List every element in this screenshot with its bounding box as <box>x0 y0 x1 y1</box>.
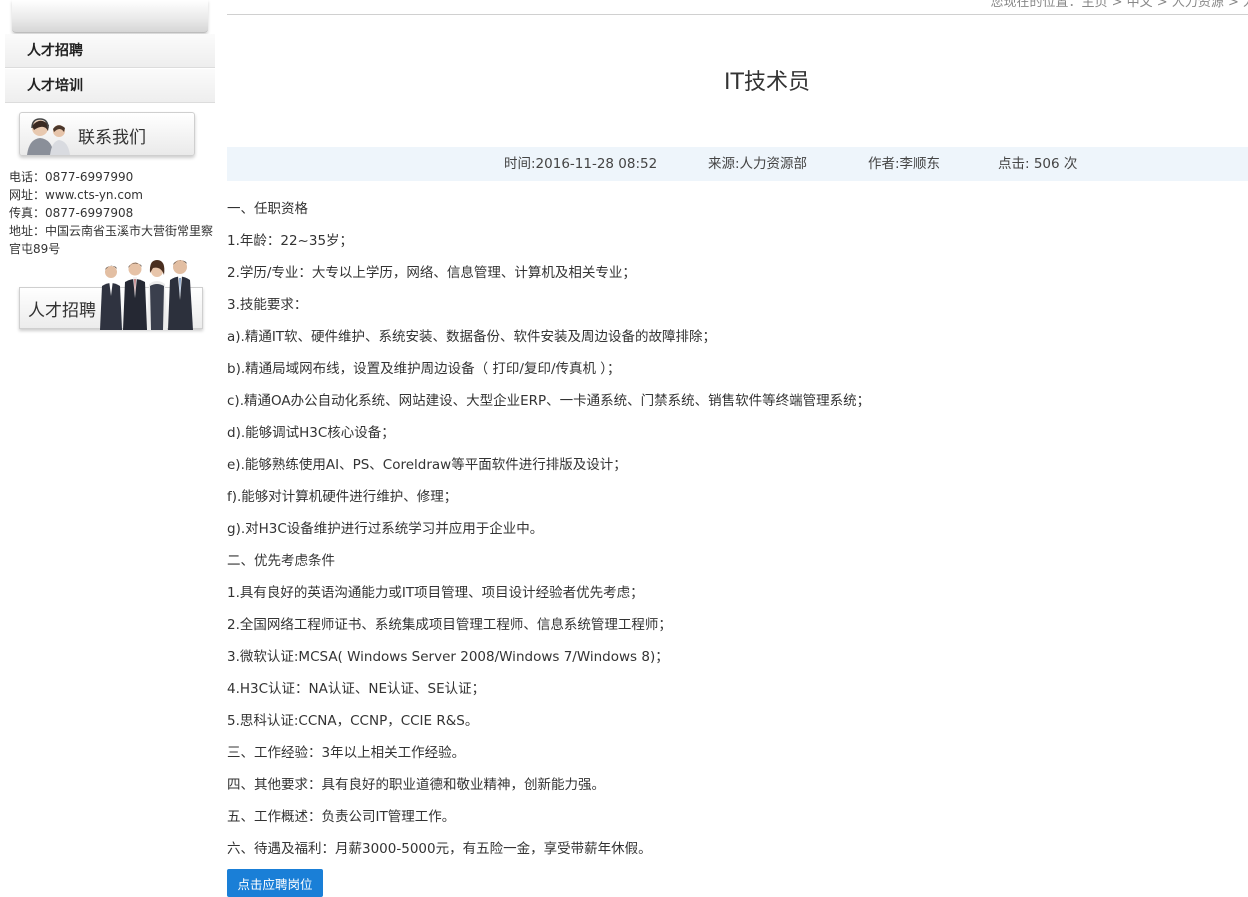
contact-website: 网址：www.cts-yn.com <box>9 188 143 202</box>
sidebar-header-tab <box>12 0 208 33</box>
article-line: 1.年龄：22~35岁； <box>227 233 354 249</box>
article-source: 来源:人力资源部 <box>708 156 808 172</box>
headset-operator-icon <box>27 118 70 155</box>
article-line: b).精通局域网布线，设置及维护周边设备（ 打印/复印/传真机 ）； <box>227 361 621 377</box>
contact-us-label: 联系我们 <box>78 128 146 148</box>
contact-info: 电话：0877-6997990 网址：www.cts-yn.com 传真：087… <box>9 168 215 258</box>
article-line: 2.学历/专业：大专以上学历，网络、信息管理、计算机及相关专业； <box>227 265 636 281</box>
article-line: 3.技能要求： <box>227 297 308 313</box>
article-line: 三、工作经验：3年以上相关工作经验。 <box>227 745 466 761</box>
article-line: 4.H3C认证：NA认证、NE认证、SE认证； <box>227 681 486 697</box>
article-line: 3.微软认证:MCSA( Windows Server 2008/Windows… <box>227 649 669 665</box>
article-line: e).能够熟练使用AI、PS、Coreldraw等平面软件进行排版及设计； <box>227 457 627 473</box>
article-line: 六、待遇及福利：月薪3000-5000元，有五险一金，享受带薪年休假。 <box>227 841 652 857</box>
contact-us-banner[interactable]: 联系我们 <box>19 112 195 156</box>
article-line: d).能够调试H3C核心设备； <box>227 425 395 441</box>
business-people-icon <box>100 260 193 330</box>
talent-recruitment-banner-label: 人才招聘 <box>28 301 96 321</box>
article-body: 一、任职资格 1.年龄：22~35岁； 2.学历/专业：大专以上学历，网络、信息… <box>227 196 1237 868</box>
article-line: 二、优先考虑条件 <box>227 553 335 569</box>
apply-position-button[interactable]: 点击应聘岗位 <box>227 869 323 897</box>
page-title: IT技术员 <box>724 70 810 95</box>
article-meta-bar: 时间:2016-11-28 08:52 来源:人力资源部 作者:李顺东 点击: … <box>227 147 1248 181</box>
article-line: 四、其他要求：具有良好的职业道德和敬业精神，创新能力强。 <box>227 777 605 793</box>
contact-phone: 电话：0877-6997990 <box>9 170 134 184</box>
article-line: f).能够对计算机硬件进行维护、修理； <box>227 489 458 505</box>
sidebar-item-talent-training[interactable]: 人才培训 <box>5 69 215 103</box>
article-line: 5.思科认证:CCNA，CCNP，CCIE R&S。 <box>227 713 479 729</box>
article-line: c).精通OA办公自动化系统、网站建设、大型企业ERP、一卡通系统、门禁系统、销… <box>227 393 871 409</box>
sidebar-item-talent-recruitment[interactable]: 人才招聘 <box>5 34 215 68</box>
breadcrumb[interactable]: 您现在的位置：主页 > 中文 > 人力资源 > 人 <box>991 0 1248 10</box>
click-count: 点击: 506 次 <box>998 156 1078 172</box>
contact-fax: 传真：0877-6997908 <box>9 206 134 220</box>
publish-time: 时间:2016-11-28 08:52 <box>504 156 658 172</box>
sidebar-item-label: 人才招聘 <box>27 43 83 59</box>
top-divider: 您现在的位置：主页 > 中文 > 人力资源 > 人 <box>227 0 1248 15</box>
article-line: 一、任职资格 <box>227 201 308 217</box>
article-line: 2.全国网络工程师证书、系统集成项目管理工程师、信息系统管理工程师； <box>227 617 672 633</box>
article-line: a).精通IT软、硬件维护、系统安装、数据备份、软件安装及周边设备的故障排除； <box>227 329 717 345</box>
article-line: 1.具有良好的英语沟通能力或IT项目管理、项目设计经验者优先考虑； <box>227 585 644 601</box>
article-line: g).对H3C设备维护进行过系统学习并应用于企业中。 <box>227 521 544 537</box>
sidebar-item-label: 人才培训 <box>27 78 83 94</box>
contact-address: 地址：中国云南省玉溪市大营街常里察官屯89号 <box>9 224 214 256</box>
article-line: 五、工作概述：负责公司IT管理工作。 <box>227 809 456 825</box>
sidebar: 人才招聘 人才培训 联系我们 电话：0877-6997990 网址：www.ct… <box>5 0 215 340</box>
article-author: 作者:李顺东 <box>868 156 941 172</box>
